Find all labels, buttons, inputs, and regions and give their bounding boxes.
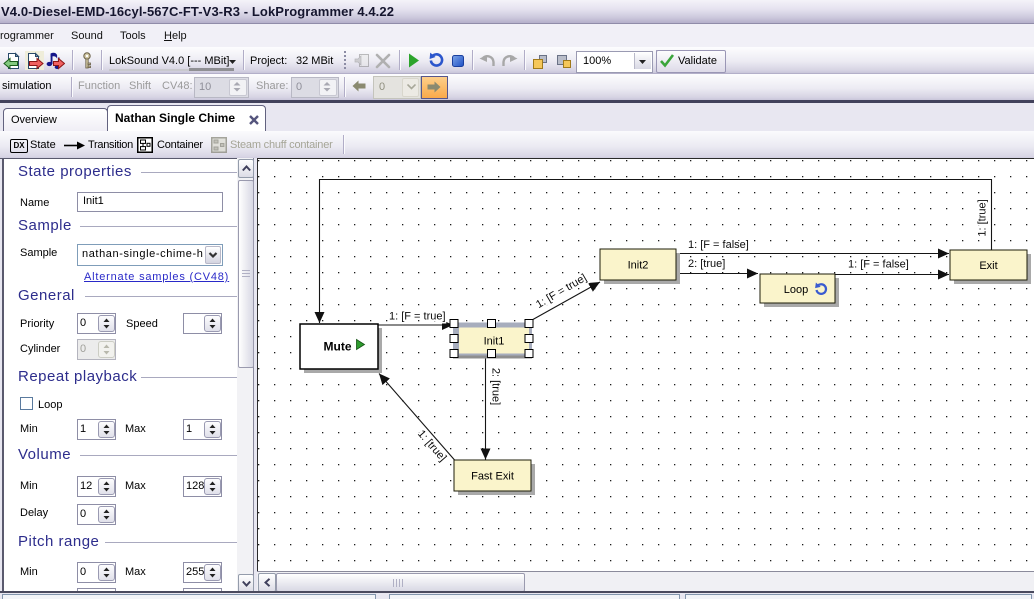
svg-text:1: [F = false]: 1: [F = false] — [848, 259, 909, 271]
svg-text:Exit: Exit — [979, 260, 997, 272]
svg-text:Mute: Mute — [324, 340, 352, 354]
svg-text:Init1: Init1 — [484, 336, 505, 348]
svg-text:Init2: Init2 — [628, 260, 649, 272]
svg-text:2: [true]: 2: [true] — [688, 258, 725, 270]
svg-text:2: [true]: 2: [true] — [490, 368, 502, 405]
svg-text:Loop: Loop — [784, 284, 808, 296]
svg-text:1: [true]: 1: [true] — [977, 199, 989, 236]
svg-text:1: [F = false]: 1: [F = false] — [688, 239, 749, 251]
svg-text:1: [F = true]: 1: [F = true] — [389, 311, 446, 323]
svg-text:Fast Exit: Fast Exit — [471, 471, 514, 483]
